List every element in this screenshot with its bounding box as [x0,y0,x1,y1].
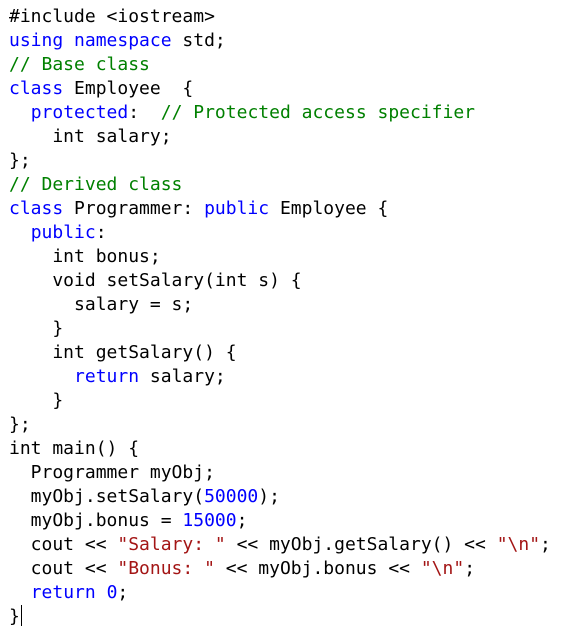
code-line: #include <iostream> [9,5,569,29]
code-token-plain: ; [464,558,476,579]
code-token-string: "Salary: " [117,534,226,555]
code-token-number: 15000 [182,510,237,531]
code-token-plain: void setSalary(int s) { [9,270,302,291]
code-line: // Base class [9,53,569,77]
code-line: } [9,389,569,413]
code-token-plain: : [95,222,107,243]
code-token-plain: }; [9,150,31,171]
code-token-keyword: public [30,222,96,243]
code-line: int main() { [9,437,569,461]
code-token-string: "Bonus: " [117,558,215,579]
code-token-plain: std; [171,30,226,51]
code-line: } [9,605,569,629]
code-line: }; [9,413,569,437]
code-line: int salary; [9,125,569,149]
code-token-plain: } [9,606,20,627]
code-token-plain: : [128,102,161,123]
code-line: using namespace std; [9,29,569,53]
code-line: int bonus; [9,245,569,269]
code-token-keyword: return [74,366,140,387]
code-token-plain: cout << [9,558,118,579]
code-token-plain: salary = s; [9,294,194,315]
code-token-keyword: return [30,582,96,603]
code-token-plain: } [9,390,64,411]
code-line: class Employee { [9,77,569,101]
code-token-plain: myObj.setSalary( [9,486,205,507]
code-token-keyword: using [9,30,64,51]
code-line: void setSalary(int s) { [9,269,569,293]
code-token-plain: Programmer: [63,198,205,219]
code-token-keyword: namespace [74,30,172,51]
code-line: myObj.setSalary(50000); [9,485,569,509]
code-token-string: "\n" [496,534,541,555]
code-token-plain: << myObj.bonus << [214,558,421,579]
code-token-plain: ; [540,534,551,555]
code-token-comment: // Base class [9,54,150,75]
code-token-plain: Employee { [269,198,389,219]
code-token-plain: Programmer myObj; [9,462,215,483]
code-token-plain: ; [236,510,248,531]
code-token-number: 0 [106,582,118,603]
code-token-keyword: class [9,78,64,99]
code-editor[interactable]: #include <iostream> using namespace std; /… [0,0,569,635]
code-token-plain: salary; [139,366,226,387]
text-caret [20,605,22,626]
code-line: myObj.bonus = 15000; [9,509,569,533]
code-line: cout << "Salary: " << myObj.getSalary() … [9,533,569,557]
code-token-plain: int main() { [9,438,140,459]
code-token-plain: cout << [9,534,118,555]
code-token-keyword: public [204,198,270,219]
code-token-plain: ; [117,582,129,603]
code-line: salary = s; [9,293,569,317]
code-token-plain: }; [9,414,31,435]
code-token-comment: // Protected access specifier [160,102,476,123]
code-line: Programmer myObj; [9,461,569,485]
code-line: return 0; [9,581,569,605]
code-token-number: 50000 [204,486,259,507]
code-line: // Derived class [9,173,569,197]
code-token-plain: int salary; [9,126,172,147]
code-token-plain: << myObj.getSalary() << [225,534,497,555]
code-token-plain: Employee { [63,78,194,99]
code-token-comment: // Derived class [9,174,183,195]
code-line: } [9,317,569,341]
code-line: int getSalary() { [9,341,569,365]
code-token-plain: #include <iostream> [9,6,215,27]
code-line: class Programmer: public Employee { [9,197,569,221]
code-line: public: [9,221,569,245]
code-line: protected: // Protected access specifier [9,101,569,125]
code-token-plain: myObj.bonus = [9,510,183,531]
code-token-keyword: protected [30,102,129,123]
code-token-plain: } [9,318,64,339]
code-token-plain: int getSalary() { [9,342,237,363]
code-line: cout << "Bonus: " << myObj.bonus << "\n"… [9,557,569,581]
code-token-plain: ); [258,486,280,507]
code-token-plain: int bonus; [9,246,161,267]
code-token-string: "\n" [420,558,465,579]
code-line: }; [9,149,569,173]
code-line: return salary; [9,365,569,389]
code-token-keyword: class [9,198,64,219]
